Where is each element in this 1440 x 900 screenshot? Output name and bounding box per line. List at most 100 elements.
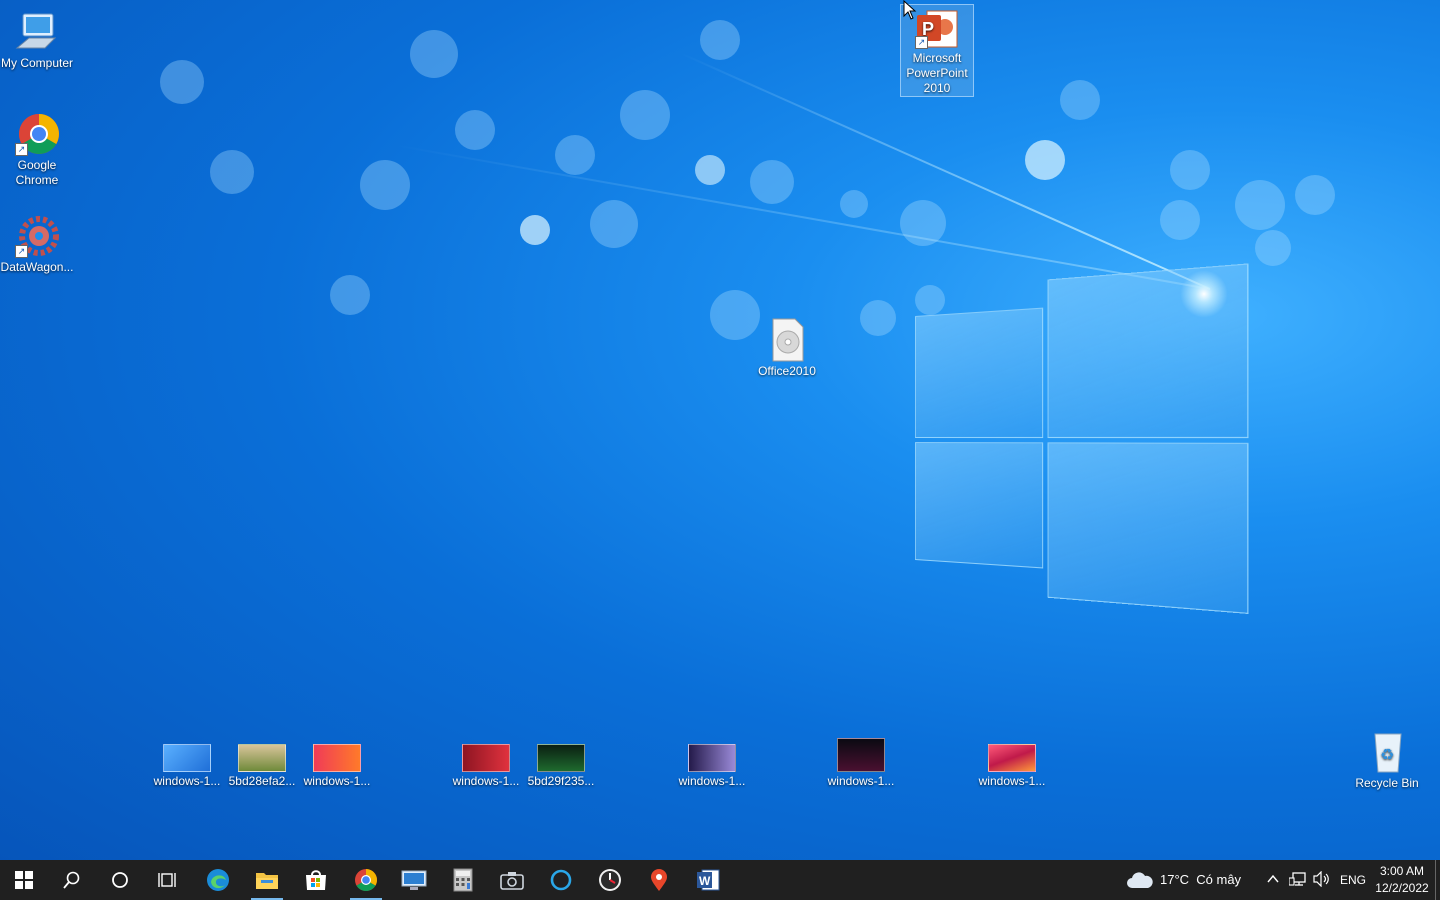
bokeh-light bbox=[590, 200, 638, 248]
bokeh-light bbox=[700, 20, 740, 60]
taskbar-word[interactable]: W bbox=[684, 860, 732, 900]
icon-label: Microsoft PowerPoint 2010 bbox=[906, 51, 968, 95]
shortcut-arrow-icon: ↗ bbox=[15, 245, 28, 258]
bokeh-light bbox=[555, 135, 595, 175]
cortana-icon bbox=[112, 872, 128, 888]
bokeh-light bbox=[160, 60, 204, 104]
icon-label: windows-1... bbox=[452, 774, 520, 788]
image-thumbnail bbox=[688, 744, 736, 772]
image-thumbnail bbox=[313, 744, 361, 772]
search-button[interactable] bbox=[48, 860, 96, 900]
lens-flare bbox=[1180, 270, 1228, 318]
taskbar-clock-app[interactable] bbox=[586, 860, 634, 900]
icon-label: 5bd29f235... bbox=[527, 774, 595, 788]
desktop-icon-recycle-bin[interactable]: ♻ Recycle Bin bbox=[1350, 730, 1424, 791]
svg-text:♻: ♻ bbox=[1380, 745, 1394, 764]
desktop-file[interactable]: windows-1... bbox=[150, 730, 224, 789]
icon-label: Recycle Bin bbox=[1355, 776, 1419, 790]
chrome-icon bbox=[355, 869, 377, 891]
taskbar-cortana-app[interactable] bbox=[537, 860, 585, 900]
bokeh-light bbox=[360, 160, 410, 210]
bokeh-light bbox=[1255, 230, 1291, 266]
shortcut-arrow-icon: ↗ bbox=[15, 143, 28, 156]
volume-button[interactable] bbox=[1313, 870, 1331, 892]
desktop-file[interactable]: 5bd28efa2... bbox=[225, 730, 299, 789]
show-hidden-icons-button[interactable] bbox=[1266, 871, 1280, 892]
taskbar: W 17°C Có mây ENG 3:00 AM 12/2/2022 bbox=[0, 860, 1440, 900]
word-icon: W bbox=[697, 869, 720, 891]
icon-label: windows-1... bbox=[678, 774, 746, 788]
cloud-icon bbox=[1127, 872, 1153, 888]
icon-label: DataWagon... bbox=[0, 260, 74, 274]
taskbar-remote-desktop[interactable] bbox=[390, 860, 438, 900]
bokeh-light bbox=[620, 90, 670, 140]
weather-text: 17°C Có mây bbox=[1160, 872, 1242, 887]
desktop-file[interactable]: 5bd29f235... bbox=[524, 730, 598, 789]
bokeh-light bbox=[750, 160, 794, 204]
icon-label: windows-1... bbox=[153, 774, 221, 788]
clock-date: 12/2/2022 bbox=[1375, 881, 1429, 895]
logo-pane bbox=[915, 442, 1044, 569]
bokeh-light bbox=[455, 110, 495, 150]
input-language[interactable]: ENG bbox=[1340, 873, 1366, 887]
image-thumbnail bbox=[163, 744, 211, 772]
network-icon bbox=[1288, 872, 1306, 886]
icon-label: Google Chrome bbox=[15, 158, 59, 187]
desktop-icon-my-computer[interactable]: My Computer bbox=[0, 10, 74, 71]
bokeh-light bbox=[840, 190, 868, 218]
clock-button[interactable]: 3:00 AM 12/2/2022 bbox=[1372, 863, 1432, 897]
taskbar-file-explorer[interactable] bbox=[243, 860, 291, 900]
start-button[interactable] bbox=[0, 860, 48, 900]
logo-pane bbox=[1047, 442, 1249, 614]
weather-widget[interactable] bbox=[1126, 870, 1154, 895]
calculator-icon bbox=[453, 868, 473, 892]
taskbar-camera[interactable] bbox=[488, 860, 536, 900]
desktop-file[interactable]: windows-1... bbox=[449, 730, 523, 789]
taskbar-calculator[interactable] bbox=[439, 860, 487, 900]
image-thumbnail bbox=[238, 744, 286, 772]
desktop-icon-google-chrome[interactable]: ↗ Google Chrome bbox=[0, 112, 74, 188]
bokeh-light bbox=[1160, 200, 1200, 240]
logo-pane bbox=[915, 307, 1044, 439]
edge-icon bbox=[207, 869, 229, 891]
search-icon bbox=[63, 871, 80, 889]
chevron-up-icon bbox=[1267, 874, 1279, 883]
gear-icon: ↗ bbox=[13, 214, 61, 258]
taskbar-edge[interactable] bbox=[194, 860, 242, 900]
desktop-file[interactable]: windows-1... bbox=[675, 730, 749, 789]
taskbar-chrome[interactable] bbox=[342, 860, 390, 900]
clock-icon bbox=[599, 869, 621, 891]
desktop-icon-office2010[interactable]: Office2010 bbox=[750, 318, 824, 379]
cortana-ring-icon bbox=[550, 869, 572, 891]
network-button[interactable] bbox=[1288, 871, 1307, 892]
bokeh-light bbox=[860, 300, 896, 336]
icon-label: windows-1... bbox=[978, 774, 1046, 788]
image-thumbnail bbox=[462, 744, 510, 772]
folder-icon bbox=[256, 873, 278, 889]
icon-label: Office2010 bbox=[758, 364, 816, 378]
task-view-button[interactable] bbox=[144, 860, 192, 900]
clock-time: 3:00 AM bbox=[1379, 864, 1425, 878]
icon-label: windows-1... bbox=[303, 774, 371, 788]
map-pin-icon bbox=[651, 869, 667, 891]
light-beam bbox=[392, 143, 1211, 290]
taskbar-store[interactable] bbox=[292, 860, 340, 900]
bokeh-light bbox=[1025, 140, 1065, 180]
computer-icon bbox=[13, 10, 61, 54]
taskbar-maps[interactable] bbox=[635, 860, 683, 900]
show-desktop-button[interactable] bbox=[1435, 860, 1436, 900]
cortana-button[interactable] bbox=[96, 860, 144, 900]
desktop-file[interactable]: windows-1... bbox=[975, 730, 1049, 789]
icon-label: My Computer bbox=[0, 56, 74, 70]
remote-desktop-icon bbox=[401, 870, 427, 890]
powerpoint-icon: P ↗ bbox=[913, 5, 961, 49]
desktop-file[interactable]: windows-1... bbox=[300, 730, 374, 789]
image-thumbnail bbox=[537, 744, 585, 772]
recycle-bin-icon: ♻ bbox=[1363, 730, 1411, 774]
bokeh-light bbox=[695, 155, 725, 185]
desktop-icon-datawagon[interactable]: ↗ DataWagon... bbox=[0, 214, 74, 275]
disc-image-icon bbox=[763, 318, 811, 362]
bokeh-light bbox=[1170, 150, 1210, 190]
desktop-file[interactable]: windows-1... bbox=[824, 730, 898, 789]
bokeh-light bbox=[1235, 180, 1285, 230]
